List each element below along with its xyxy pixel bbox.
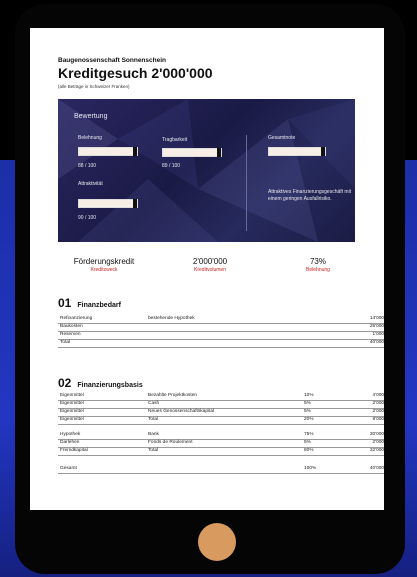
table-row: Eigenmittel Bezahlte Projektkosten 10% 4'00… xyxy=(58,393,384,401)
section-finanzierungsbasis: 02 Finanzierungsbasis xyxy=(58,374,143,392)
table-cell: Eigenmittel xyxy=(60,409,84,414)
table-cell: 14'000'000 xyxy=(369,316,384,321)
tragbarkeit-value: 89 / 100 xyxy=(162,163,181,169)
table-cell: Hypothek xyxy=(60,432,81,437)
table-cell: 5% xyxy=(304,409,311,414)
table-cell: 40'000'000 xyxy=(369,466,384,471)
gesamtnote-bar xyxy=(268,147,326,156)
table-cell: Gesamt xyxy=(60,466,77,471)
tragbarkeit-knob xyxy=(217,148,221,157)
kpi-kreditvolumen: 2'000'000 Kreditvolumen xyxy=(160,257,260,273)
belehnung-bar xyxy=(78,147,138,156)
evaluation-divider xyxy=(246,135,247,231)
triangle-pattern xyxy=(58,99,355,242)
table-cell: 8'000'000 xyxy=(372,417,384,422)
kpi-label: Kreditvolumen xyxy=(194,267,226,273)
table-cell: 5% xyxy=(304,440,311,445)
table-row: Eigenmittel Total 20% 8'000'000 xyxy=(58,417,384,425)
kpi-label: Belehnung xyxy=(306,267,330,273)
gesamtnote-label: Gesamtnote xyxy=(268,135,296,141)
table-row: Reserven 1'000'000 xyxy=(58,332,384,340)
evaluation-heading: Bewertung xyxy=(74,113,108,120)
table-cell: Fremdkapital xyxy=(60,448,88,453)
document-screen: Baugenossenschaft Sonnenschein Kreditges… xyxy=(30,28,384,510)
table-cell: Cash xyxy=(148,401,160,406)
table-cell: 1'000'000 xyxy=(372,332,384,337)
kpi-label: Kreditzweck xyxy=(90,267,118,273)
attraktivitaet-knob xyxy=(133,199,137,208)
table-cell: 75% xyxy=(304,432,314,437)
table-row: Refinanzierung bestehende Hypothek 14'000'… xyxy=(58,316,384,324)
table-cell: Eigenmittel xyxy=(60,417,84,422)
belehnung-label: Belehnung xyxy=(78,135,102,141)
table-cell: 30'000'000 xyxy=(369,432,384,437)
section-number: 02 xyxy=(58,376,72,390)
table-cell: Fonds de Roulement xyxy=(148,440,193,445)
evaluation-panel: Bewertung Belehnung 88 / 100 Tragbarkeit… xyxy=(58,99,355,242)
belehnung-value: 88 / 100 xyxy=(78,163,97,169)
tragbarkeit-label: Tragbarkeit xyxy=(162,137,188,143)
belehnung-knob xyxy=(133,147,137,156)
table-row: Eigenmittel Cash 5% 2'000'000 xyxy=(58,401,384,409)
section-name: Finanzierungsbasis xyxy=(77,382,143,389)
table-row: Hypothek Bank 75% 30'000'000 xyxy=(58,432,384,440)
table-cell: Neues Genossenschaftskapital xyxy=(148,409,215,414)
table-row: Baukosten 25'000'000 xyxy=(58,324,384,332)
table-cell: 2'000'000 xyxy=(372,440,384,445)
section-number: 01 xyxy=(58,296,72,310)
table-cell: Baukosten xyxy=(60,324,83,329)
page-title: Kreditgesuch 2'000'000 xyxy=(58,65,213,81)
table-cell: 20% xyxy=(304,417,314,422)
kpi-value: Förderungskredit xyxy=(73,257,135,266)
table-cell: bestehende Hypothek xyxy=(148,316,195,321)
table-cell: 2'000'000 xyxy=(372,401,384,406)
section-name: Finanzbedarf xyxy=(77,302,121,309)
table-cell: 100% xyxy=(304,466,317,471)
table-cell: 80% xyxy=(304,448,314,453)
table-cell: Eigenmittel xyxy=(60,401,84,406)
table-cell: Total xyxy=(148,417,159,422)
table-cell: Darlehen xyxy=(60,440,80,445)
table-cell: Bezahlte Projektkosten xyxy=(148,393,198,398)
table-row: Gesamt 100% 40'000'000 xyxy=(58,466,384,474)
table-row: Eigenmittel Neues Genossenschaftskapital 5… xyxy=(58,409,384,417)
table-row: Total 40'000'000 xyxy=(58,340,384,348)
attraktivitaet-value: 90 / 100 xyxy=(78,215,97,221)
gesamtnote-knob xyxy=(321,147,325,156)
attraktivitaet-label: Attraktivität xyxy=(78,181,103,187)
kpi-value: 73% xyxy=(309,257,326,266)
table-cell: Bank xyxy=(148,432,159,437)
table-cell: Eigenmittel xyxy=(60,393,84,398)
table-cell: 10% xyxy=(304,393,314,398)
table-cell: Reserven xyxy=(60,332,81,337)
section-finanzbedarf: 01 Finanzbedarf xyxy=(58,294,121,312)
table-cell: 5% xyxy=(304,401,311,406)
table-cell: 2'000'000 xyxy=(372,409,384,414)
table-cell: Refinanzierung xyxy=(60,316,93,321)
home-button[interactable] xyxy=(198,523,236,561)
kpi-value: 2'000'000 xyxy=(192,257,228,266)
table-cell: 32'000'000 xyxy=(369,448,384,453)
currency-note: (alle Beträge in Schweizer Franken) xyxy=(58,84,130,89)
kpi-belehnung: 73% Belehnung xyxy=(268,257,368,273)
organisation-name: Baugenossenschaft Sonnenschein xyxy=(58,57,166,64)
table-row: Fremdkapital Total 80% 32'000'000 xyxy=(58,448,384,456)
table-cell: Total xyxy=(148,448,159,453)
evaluation-summary: Attraktives Finanzierungsgeschäft mit ei… xyxy=(268,189,352,202)
table-cell: 4'000'000 xyxy=(372,393,384,398)
table-cell: 40'000'000 xyxy=(369,340,384,345)
tragbarkeit-bar xyxy=(162,148,222,157)
table-cell: Total xyxy=(60,340,71,345)
attraktivitaet-bar xyxy=(78,199,138,208)
table-cell: 25'000'000 xyxy=(369,324,384,329)
table-row: Darlehen Fonds de Roulement 5% 2'000'000 xyxy=(58,440,384,448)
kpi-kreditzweck: Förderungskredit Kreditzweck xyxy=(54,257,154,273)
